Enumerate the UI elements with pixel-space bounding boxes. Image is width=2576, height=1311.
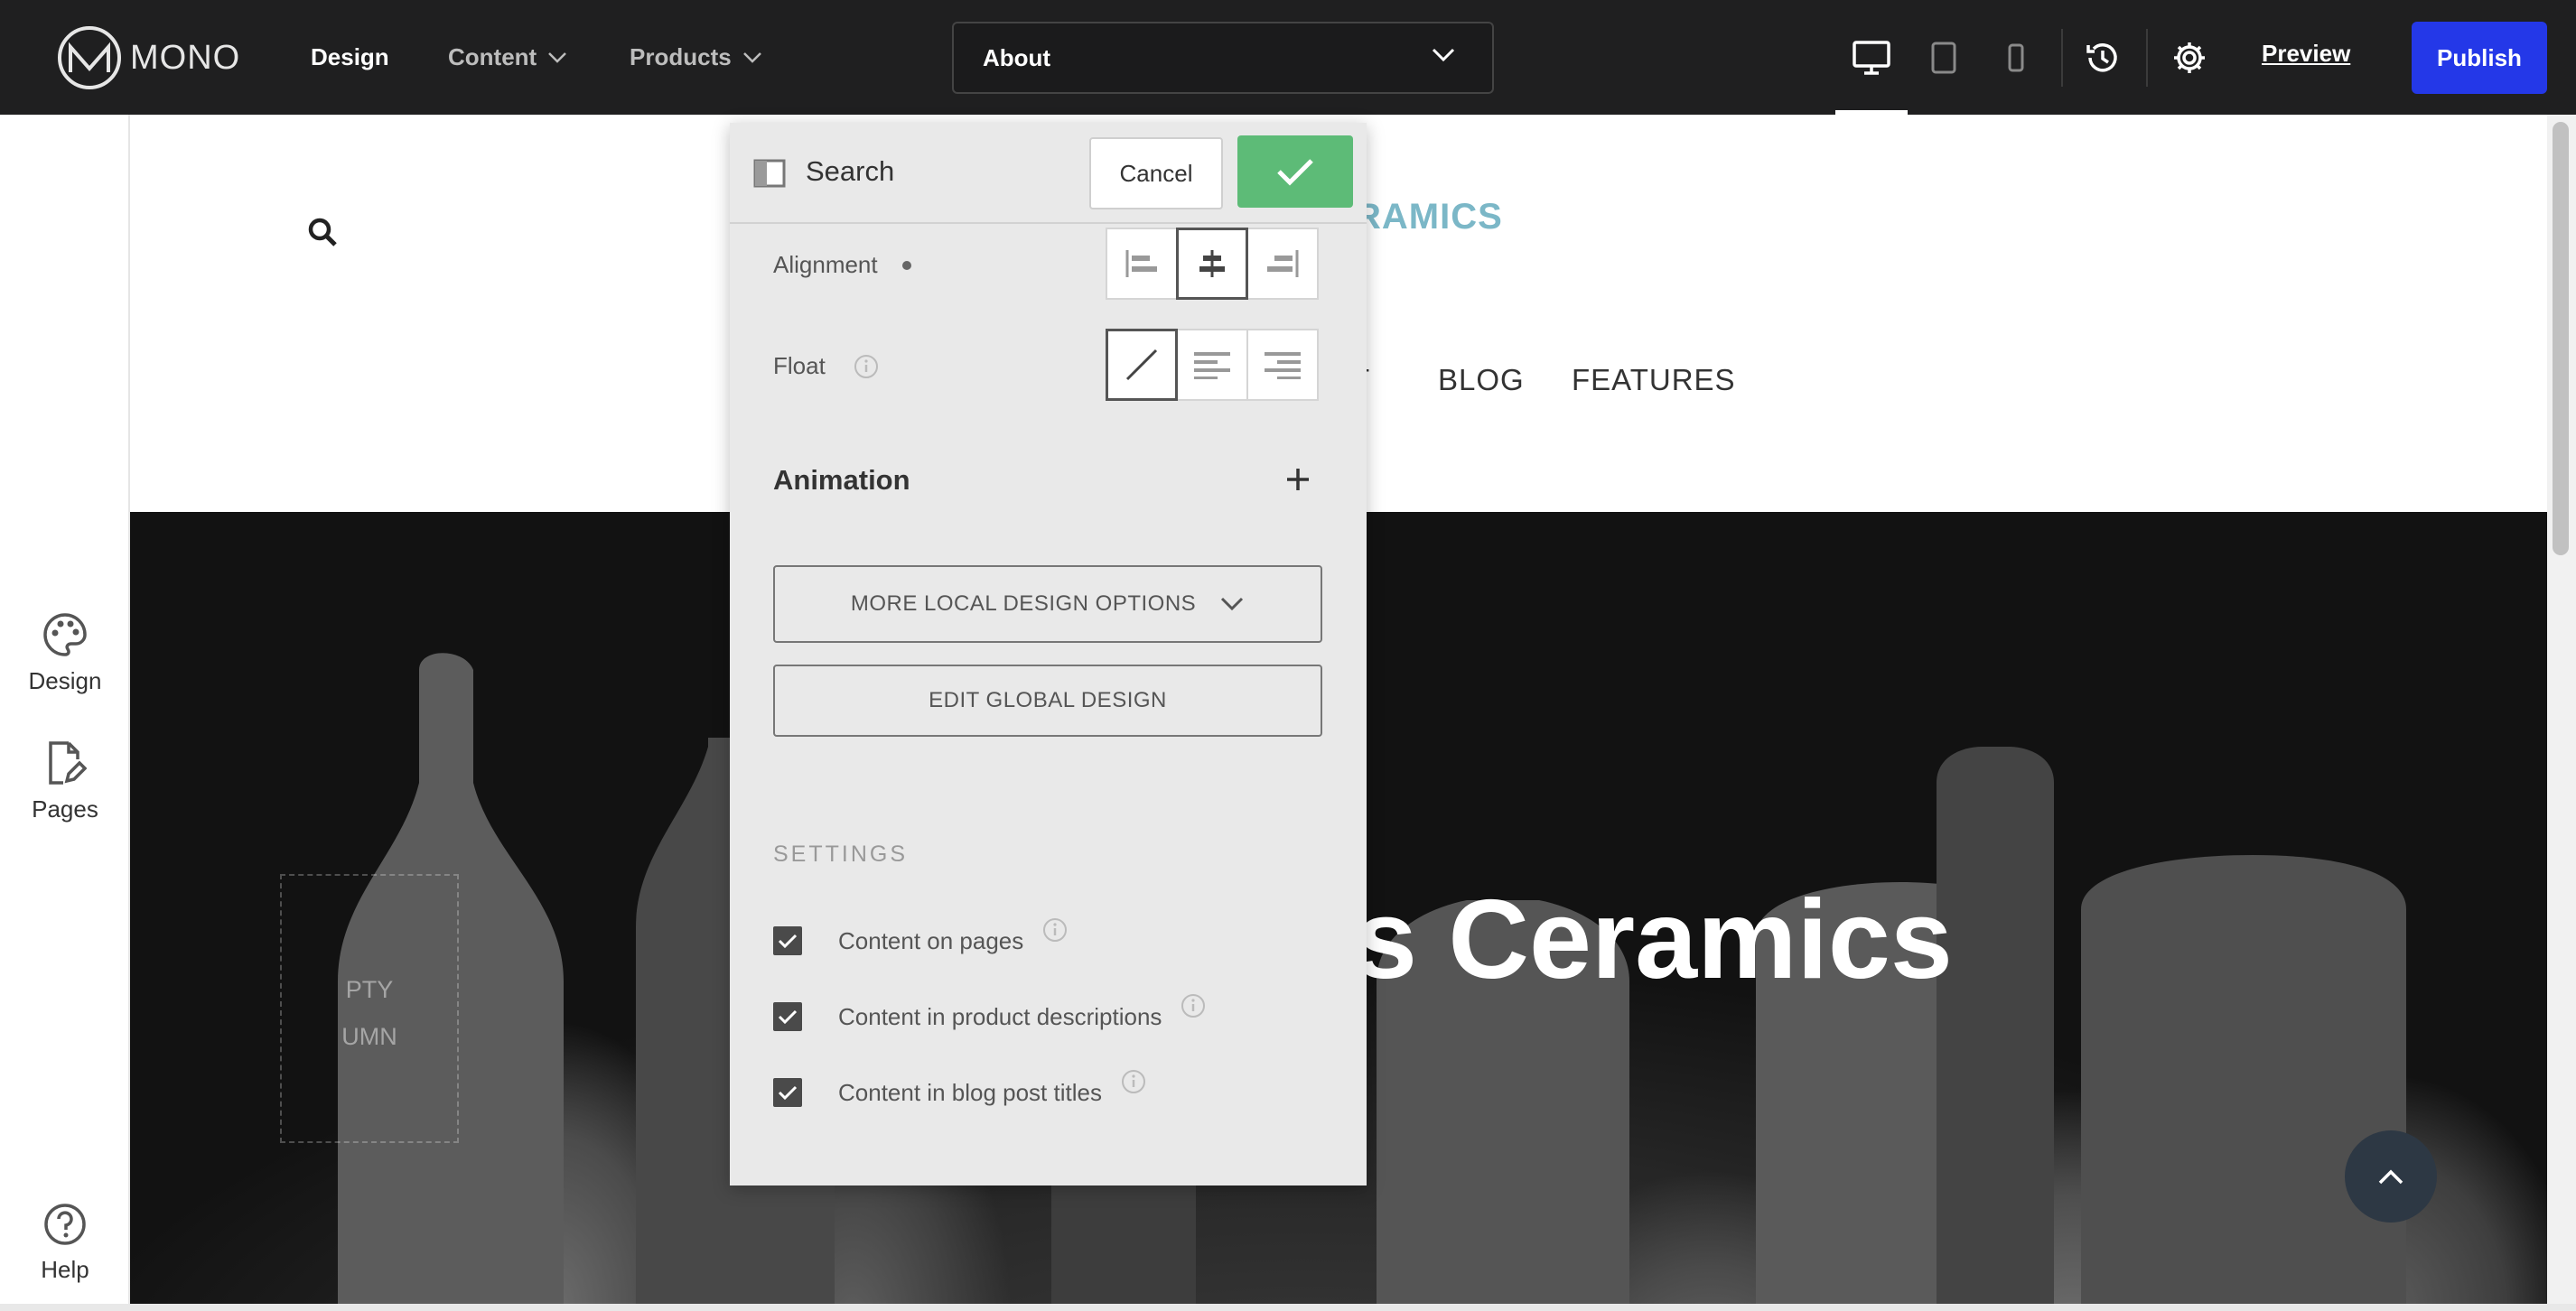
settings-heading: SETTINGS [773, 841, 909, 867]
checkbox-row-product-descriptions[interactable]: Content in product descriptions [773, 994, 1207, 1031]
checkbox-label: Content on pages [838, 926, 1024, 954]
top-bar: MONO Design Content Products About Previ… [0, 0, 2576, 115]
info-icon[interactable] [1041, 916, 1069, 944]
checkbox[interactable] [773, 1002, 802, 1031]
checkbox-row-content-on-pages[interactable]: Content on pages [773, 918, 1069, 955]
chevron-down-icon [1432, 48, 1455, 62]
info-icon[interactable] [1180, 992, 1207, 1019]
separator [2061, 29, 2063, 87]
checkbox-row-blog-post-titles[interactable]: Content in blog post titles [773, 1070, 1147, 1107]
align-left-icon [1125, 250, 1157, 277]
checkmark-icon [1277, 159, 1313, 186]
plus-icon [1287, 469, 1309, 490]
nav-products[interactable]: Products [630, 0, 762, 115]
confirm-button[interactable] [1237, 135, 1353, 208]
align-center-icon [1199, 250, 1225, 277]
tablet-view-icon[interactable] [1922, 36, 1965, 79]
sidebar-item-design[interactable]: Design [0, 611, 130, 695]
empty-column-line1: PTY [345, 976, 394, 1003]
animation-heading: Animation [773, 464, 910, 496]
edit-global-design-button[interactable]: EDIT GLOBAL DESIGN [773, 665, 1322, 737]
float-right-icon [1265, 352, 1301, 379]
logo[interactable]: MONO [58, 23, 240, 92]
align-right-icon [1267, 250, 1299, 277]
nav-design-label: Design [311, 43, 389, 70]
sidebar-item-help[interactable]: Help [0, 1202, 130, 1284]
panel-layout-icon[interactable] [753, 159, 786, 192]
search-icon[interactable] [307, 217, 338, 252]
publish-button[interactable]: Publish [2412, 22, 2547, 94]
panel-header: Search Cancel [730, 123, 1367, 224]
page-select-value: About [983, 43, 1051, 71]
mobile-view-icon[interactable] [1994, 36, 2038, 79]
align-center-button[interactable] [1176, 228, 1248, 300]
chevron-down-icon [742, 51, 761, 63]
add-animation-button[interactable] [1284, 466, 1311, 497]
nav-products-label: Products [630, 43, 732, 70]
sidebar-item-pages-label: Pages [32, 795, 98, 823]
hero-title[interactable]: s Ceramics [1355, 876, 1953, 1004]
align-left-button[interactable] [1106, 228, 1178, 300]
search-settings-panel: Search Cancel Alignment Float Animation … [730, 123, 1367, 1185]
chevron-up-icon [2378, 1169, 2403, 1185]
float-button-group [1106, 329, 1319, 401]
alignment-row: Alignment [773, 251, 912, 279]
desktop-view-icon[interactable] [1850, 36, 1893, 79]
empty-column-line2: UMN [341, 1023, 397, 1050]
empty-column-placeholder[interactable]: PTY UMN [280, 874, 459, 1143]
sidebar-item-pages[interactable]: Pages [0, 739, 130, 823]
checkbox-label: Content in product descriptions [838, 1002, 1162, 1030]
edit-global-design-label: EDIT GLOBAL DESIGN [929, 688, 1167, 712]
info-icon[interactable] [853, 353, 880, 380]
separator [2146, 29, 2148, 87]
site-nav-blog[interactable]: BLOG [1438, 363, 1525, 397]
left-sidebar: Design Pages Help [0, 115, 130, 1311]
checkbox-label: Content in blog post titles [838, 1078, 1102, 1106]
logo-text: MONO [130, 38, 241, 77]
cancel-button[interactable]: Cancel [1089, 137, 1223, 209]
chevron-down-icon [1221, 597, 1244, 611]
palette-icon [43, 613, 87, 656]
panel-title: Search [806, 155, 895, 187]
checkbox[interactable] [773, 1078, 802, 1107]
help-icon [44, 1204, 86, 1245]
float-label: Float [773, 352, 826, 379]
logo-mark-icon [58, 26, 121, 89]
float-left-button[interactable] [1176, 329, 1248, 401]
alignment-button-group [1106, 228, 1319, 300]
bottom-strip [0, 1304, 2576, 1311]
sidebar-item-design-label: Design [28, 667, 102, 694]
alignment-label: Alignment [773, 251, 878, 278]
nav-content[interactable]: Content [448, 0, 567, 115]
more-local-design-options-button[interactable]: MORE LOCAL DESIGN OPTIONS [773, 565, 1322, 643]
slash-icon [1125, 349, 1158, 381]
modified-dot-icon [901, 260, 911, 270]
nav-design[interactable]: Design [311, 0, 389, 115]
scroll-to-top-button[interactable] [2345, 1130, 2437, 1223]
chevron-down-icon [548, 51, 567, 63]
site-brand[interactable]: RAMICS [1355, 197, 1503, 237]
info-icon[interactable] [1120, 1068, 1147, 1095]
align-right-button[interactable] [1246, 228, 1319, 300]
nav-content-label: Content [448, 43, 537, 70]
site-nav-features[interactable]: FEATURES [1572, 363, 1736, 397]
page-edit-icon [49, 741, 87, 785]
gear-icon[interactable] [2168, 36, 2211, 79]
scrollbar-thumb[interactable] [2553, 122, 2569, 555]
float-right-button[interactable] [1246, 329, 1319, 401]
page-select[interactable]: About [952, 22, 1494, 94]
sidebar-item-help-label: Help [41, 1256, 89, 1283]
checkmark-icon [778, 1085, 798, 1101]
float-left-icon [1194, 352, 1230, 379]
checkmark-icon [778, 1009, 798, 1025]
preview-link[interactable]: Preview [2262, 40, 2350, 68]
checkmark-icon [778, 934, 798, 949]
float-row: Float [773, 352, 880, 380]
float-none-button[interactable] [1106, 329, 1178, 401]
checkbox[interactable] [773, 926, 802, 955]
more-local-design-options-label: MORE LOCAL DESIGN OPTIONS [850, 591, 1197, 616]
history-icon[interactable] [2081, 36, 2124, 79]
